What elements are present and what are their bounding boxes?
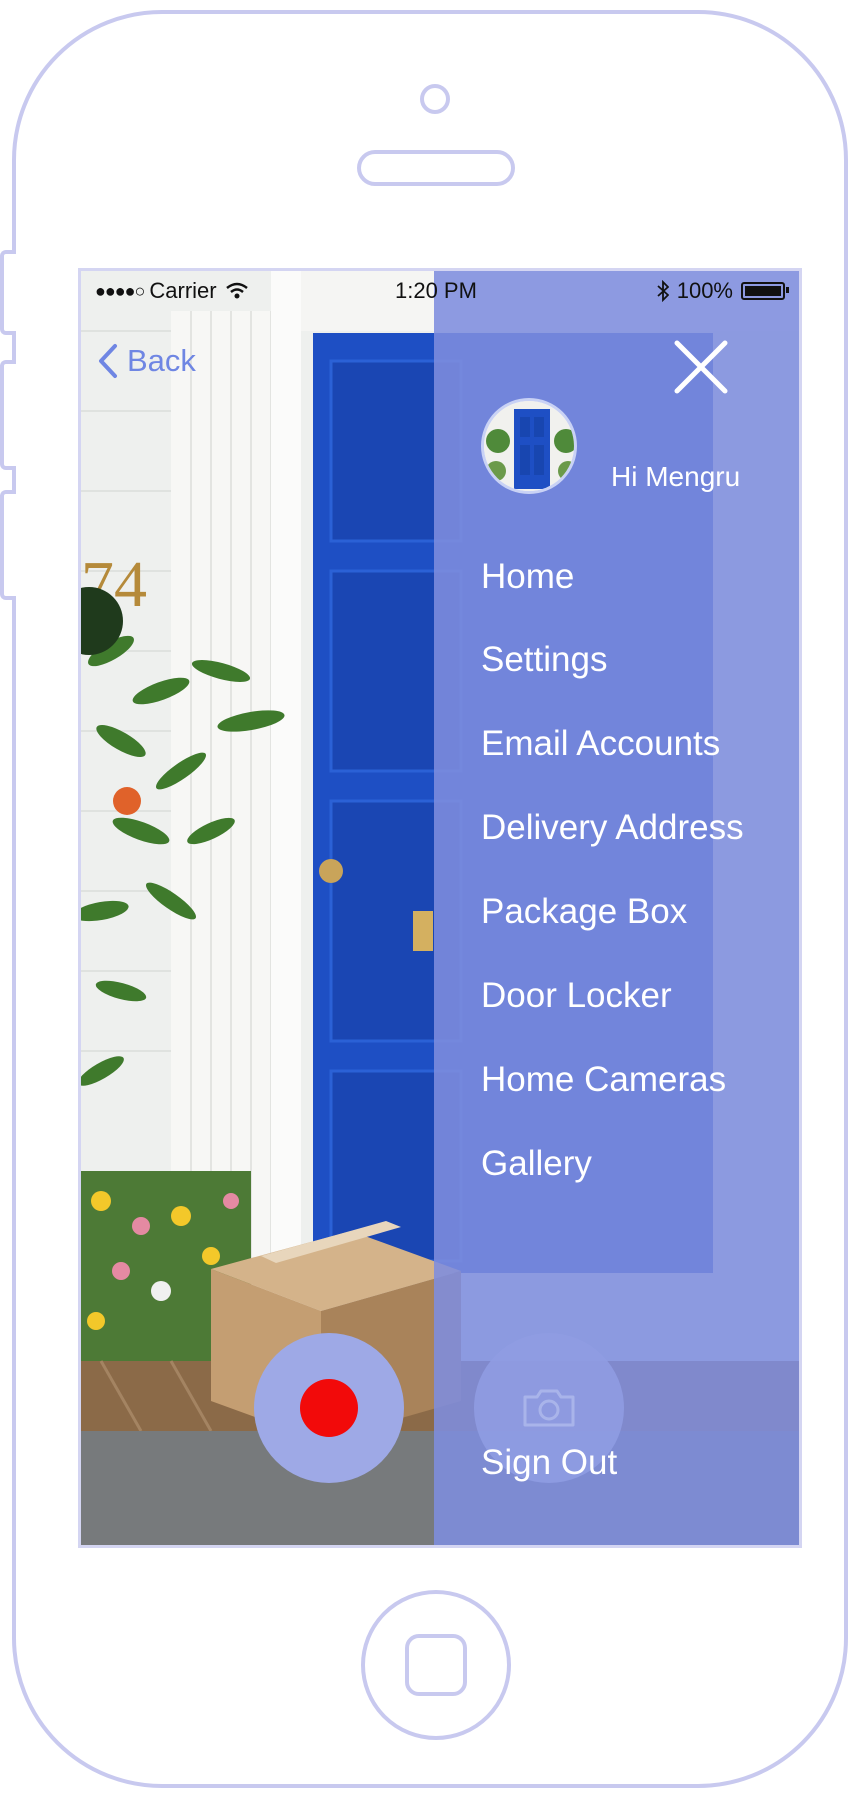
status-time: 1:20 PM bbox=[395, 278, 477, 303]
menu-item-door-locker[interactable]: Door Locker bbox=[481, 976, 672, 1016]
app-screen: 74 ●●●●○ Carrier 1:20 PM 100% Back Hi Me… bbox=[78, 268, 802, 1548]
bluetooth-icon bbox=[657, 280, 669, 302]
menu-item-home[interactable]: Home bbox=[481, 557, 574, 597]
record-button[interactable] bbox=[254, 1333, 404, 1483]
menu-item-delivery-address[interactable]: Delivery Address bbox=[481, 808, 744, 848]
avatar[interactable] bbox=[481, 398, 577, 494]
earpiece-speaker bbox=[357, 150, 515, 186]
menu-item-home-cameras[interactable]: Home Cameras bbox=[481, 1060, 726, 1100]
close-icon[interactable] bbox=[669, 335, 733, 399]
home-button[interactable] bbox=[361, 1590, 511, 1740]
back-chevron-icon bbox=[99, 344, 117, 378]
sign-out-link[interactable]: Sign Out bbox=[481, 1443, 617, 1483]
menu-item-gallery[interactable]: Gallery bbox=[481, 1144, 592, 1184]
camera-icon bbox=[523, 1389, 575, 1427]
front-camera bbox=[420, 84, 450, 114]
signal-dots: ●●●●○ bbox=[95, 280, 145, 301]
carrier-label: Carrier bbox=[149, 278, 217, 303]
menu-item-settings[interactable]: Settings bbox=[481, 640, 607, 680]
battery-icon bbox=[741, 282, 789, 300]
record-icon bbox=[300, 1379, 358, 1437]
menu-item-email-accounts[interactable]: Email Accounts bbox=[481, 724, 720, 764]
status-left: ●●●●○ Carrier bbox=[95, 278, 249, 304]
side-button-silent bbox=[0, 250, 16, 335]
back-button[interactable]: Back bbox=[97, 343, 196, 379]
greeting-text: Hi Mengru bbox=[611, 461, 741, 492]
side-button-volume-up bbox=[0, 360, 16, 470]
wifi-icon bbox=[225, 282, 248, 299]
menu-item-package-box[interactable]: Package Box bbox=[481, 892, 687, 932]
battery-percent: 100% bbox=[676, 278, 733, 303]
status-bar: ●●●●○ Carrier 1:20 PM 100% bbox=[81, 271, 799, 309]
back-label: Back bbox=[127, 343, 196, 378]
side-button-volume-down bbox=[0, 490, 16, 600]
status-right: 100% bbox=[657, 278, 789, 304]
home-button-square bbox=[405, 1634, 467, 1696]
